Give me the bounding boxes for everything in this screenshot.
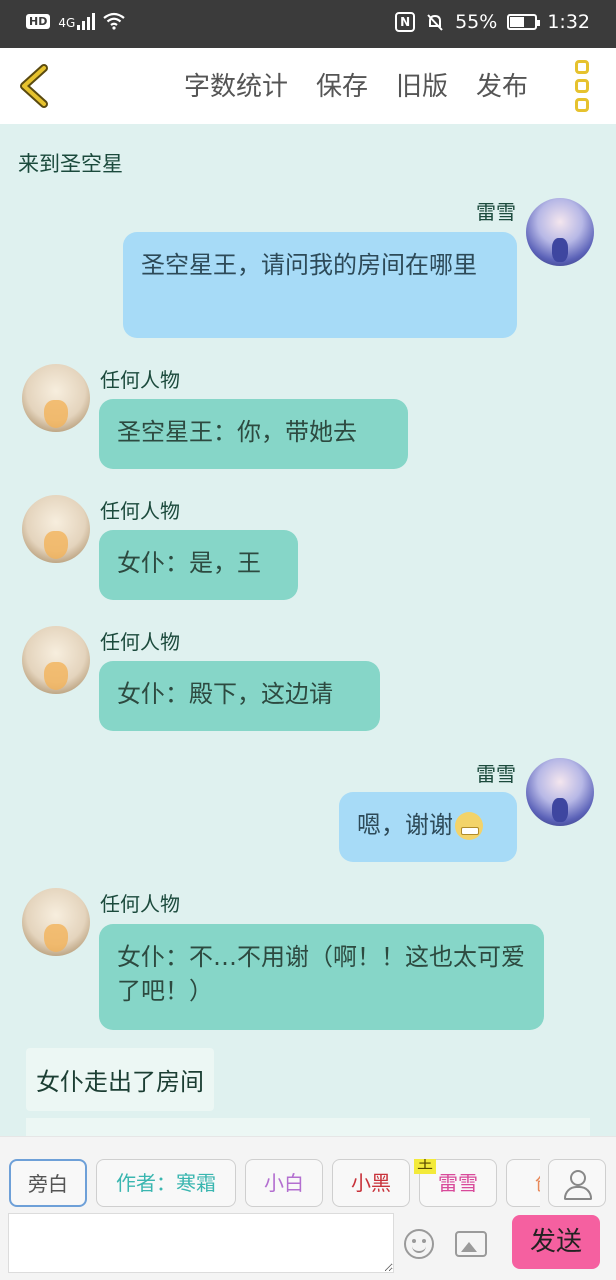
word-count-button[interactable]: 字数统计 — [184, 66, 288, 103]
top-toolbar: 字数统计 保存 旧版 发布 — [0, 48, 616, 124]
clock: 1:32 — [547, 11, 590, 33]
narration-line: 来到圣空星 — [18, 152, 123, 176]
avatar[interactable] — [22, 626, 90, 694]
role-label: 雷雪 — [438, 1171, 478, 1195]
avatar[interactable] — [526, 198, 594, 266]
message-text: 嗯，谢谢 — [357, 811, 453, 839]
role-create[interactable]: 创 — [506, 1159, 540, 1207]
chat-area[interactable]: 来到圣空星 雷雪 圣空星王，请问我的房间在哪里 任何人物 圣空星王：你，带她去 … — [0, 124, 616, 1136]
sender-name: 任何人物 — [100, 630, 180, 654]
wifi-icon — [103, 12, 125, 30]
network-type: 4G — [58, 15, 76, 30]
battery-icon — [507, 14, 541, 30]
main-role-badge: 主 — [414, 1159, 437, 1174]
message-bubble[interactable]: 圣空星王：你，带她去 — [99, 399, 408, 469]
role-selector: 旁白 作者：寒霜 小白 小黑 主 雷雪 创 — [8, 1159, 540, 1209]
old-version-button[interactable]: 旧版 — [396, 66, 448, 103]
partial-narration-bubble — [26, 1118, 590, 1136]
kebab-icon[interactable] — [572, 60, 592, 112]
sender-name: 任何人物 — [100, 499, 180, 523]
status-bar: HD 4G N 55% 1:32 — [0, 0, 616, 48]
sender-name: 任何人物 — [100, 368, 180, 392]
message-bubble[interactable]: 女仆：殿下，这边请 — [99, 661, 380, 731]
grin-emoji-icon — [455, 812, 483, 840]
message-input[interactable] — [8, 1213, 394, 1273]
sender-name: 雷雪 — [476, 762, 516, 786]
message-bubble[interactable]: 女仆：是，王 — [99, 530, 298, 600]
publish-button[interactable]: 发布 — [476, 66, 528, 103]
role-leixue[interactable]: 主 雷雪 — [414, 1159, 497, 1207]
avatar[interactable] — [22, 495, 90, 563]
image-icon[interactable] — [455, 1231, 487, 1257]
composer-panel: 旁白 作者：寒霜 小白 小黑 主 雷雪 创 发送 — [0, 1136, 616, 1280]
signal-icon: 4G — [58, 12, 96, 30]
battery-percent: 55% — [455, 11, 498, 33]
profile-icon[interactable] — [548, 1159, 606, 1207]
narration-bubble[interactable]: 女仆走出了房间 — [26, 1048, 214, 1111]
mute-bell-icon — [427, 14, 443, 31]
emoji-picker-icon[interactable] — [404, 1229, 434, 1259]
save-button[interactable]: 保存 — [316, 66, 368, 103]
role-xiaobai[interactable]: 小白 — [245, 1159, 323, 1207]
message-bubble[interactable]: 圣空星王，请问我的房间在哪里 — [123, 232, 517, 338]
message-bubble[interactable]: 女仆：不…不用谢（啊！！这也太可爱了吧！） — [99, 924, 544, 1030]
role-author[interactable]: 作者：寒霜 — [96, 1159, 236, 1207]
avatar[interactable] — [22, 888, 90, 956]
avatar[interactable] — [526, 758, 594, 826]
sender-name: 雷雪 — [476, 200, 516, 224]
role-narrator[interactable]: 旁白 — [9, 1159, 87, 1207]
nfc-icon: N — [395, 12, 416, 32]
chevron-left-icon[interactable] — [14, 62, 54, 110]
sender-name: 任何人物 — [100, 892, 180, 916]
send-button[interactable]: 发送 — [512, 1215, 600, 1269]
role-xiaohei[interactable]: 小黑 — [332, 1159, 410, 1207]
hd-badge: HD — [26, 13, 51, 29]
message-bubble[interactable]: 嗯，谢谢 — [339, 792, 517, 862]
avatar[interactable] — [22, 364, 90, 432]
